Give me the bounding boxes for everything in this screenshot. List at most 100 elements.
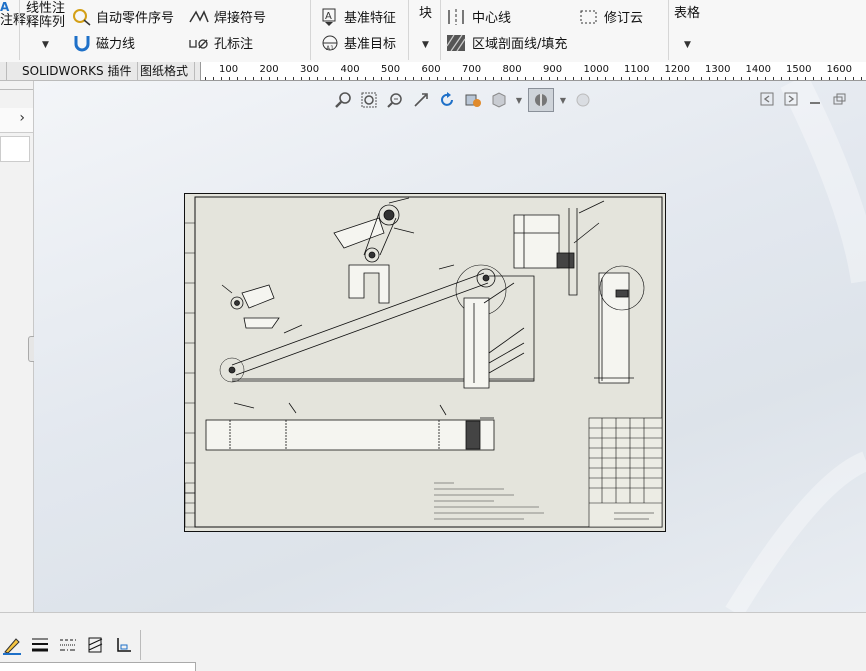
ruler-minor-tick [613,77,614,80]
ruler-minor-tick [221,77,222,80]
ruler-minor-tick [621,77,622,80]
ruler-minor-tick [397,77,398,80]
ruler-minor-tick [205,77,206,80]
annotation-icon: A [0,0,10,14]
drawing-sheet[interactable] [184,193,666,532]
line-style-icon[interactable] [58,635,78,655]
line-format-toolbar [2,635,134,655]
zoom-area-button[interactable] [358,89,380,111]
area-hatch-button[interactable]: 区域剖面线/填充 [446,33,567,52]
previous-view-icon [387,93,402,108]
hatch-icon [446,34,466,51]
next-sheet-icon[interactable] [784,92,798,106]
ruler-minor-tick [533,77,534,80]
chevron-down-icon[interactable]: ▼ [558,89,568,111]
ruler-minor-tick [669,77,670,80]
ruler-minor-tick [213,77,214,80]
svg-text:A1: A1 [326,45,334,52]
title-block [588,417,663,528]
centerline-button[interactable]: 中心线 [446,7,511,26]
view-orientation-button[interactable] [462,89,484,111]
display-style-button[interactable] [488,89,510,111]
redraw-icon [441,92,453,106]
ruler-minor-tick [341,77,342,80]
datum-feature-icon: A [322,8,336,26]
weld-symbol-button[interactable]: 焊接符号 [188,7,266,26]
appearance-icon [576,93,590,107]
panel-expand-row[interactable]: › [0,108,33,133]
block-button[interactable]: 块 [419,2,432,21]
ruler-tick-label: 1500 [786,64,812,75]
restore-icon[interactable] [832,92,846,106]
revision-cloud-button[interactable]: 修订云 [578,7,643,26]
ruler-minor-tick [581,77,582,80]
hole-callout-icon [189,38,208,49]
chevron-right-icon[interactable]: › [19,110,25,126]
tab-sheet-format[interactable]: 图纸格式 [134,62,196,80]
pan-button[interactable] [410,89,432,111]
color-display-mode-icon[interactable] [114,635,134,655]
view-orientation-icon [465,94,481,107]
auto-balloon-button[interactable]: 自动零件序号 [72,7,174,26]
ruler-tick-label: 700 [462,64,482,75]
chevron-down-icon[interactable]: ▼ [42,40,49,50]
ruler-minor-tick [685,77,686,80]
previous-sheet-icon[interactable] [760,92,774,106]
tab-spacer [0,62,7,80]
chevron-down-icon[interactable]: ▼ [684,40,691,50]
ruler-minor-tick [285,77,286,80]
ruler-minor-tick [309,77,310,80]
ruler-minor-tick [237,77,238,80]
linear-note-pattern-button[interactable]: 线性注 释阵列 [26,2,65,30]
ruler-minor-tick [829,77,830,80]
ruler-minor-tick [413,77,414,80]
ruler-minor-tick [637,77,638,80]
hole-callout-button[interactable]: 孔标注 [188,33,253,52]
ruler-minor-tick [325,77,326,80]
panel-input[interactable] [0,136,30,162]
previous-view-button[interactable] [384,89,406,111]
line-color-icon[interactable] [2,635,22,655]
zoom-to-fit-button[interactable] [332,89,354,111]
ruler-minor-tick [709,77,710,80]
ruler-tick-label: 500 [381,64,401,75]
line-thickness-icon[interactable] [30,635,50,655]
ruler-tick-label: 200 [259,64,279,75]
ruler-minor-tick [333,77,334,80]
ruler-minor-tick [573,77,574,80]
ruler-minor-tick [517,77,518,80]
auto-balloon-icon [73,8,91,26]
ribbon-separator [310,0,311,60]
ribbon-separator [668,0,669,60]
hide-show-edges-icon[interactable] [86,635,106,655]
weld-symbol-icon [189,9,209,22]
minimize-icon[interactable] [808,92,822,106]
chevron-down-icon[interactable]: ▼ [514,89,524,111]
ribbon-separator [19,0,20,60]
ruler-minor-tick [677,77,678,80]
ruler-minor-tick [853,77,854,80]
annotation-button-partial[interactable]: A 注释 [0,0,26,28]
ruler-minor-tick [557,77,558,80]
chevron-down-icon[interactable]: ▼ [422,40,429,50]
ruler-minor-tick [773,77,774,80]
ribbon-separator [408,0,409,60]
tab-solidworks-addins[interactable]: SOLIDWORKS 插件 [16,62,139,80]
datum-target-button[interactable]: A1 基准目标 [320,33,396,52]
tables-button[interactable]: 表格 [674,2,700,21]
ruler-minor-tick [437,77,438,80]
ruler-minor-tick [701,77,702,80]
ruler-minor-tick [389,77,390,80]
ruler-minor-tick [653,77,654,80]
datum-feature-button[interactable]: A 基准特征 [320,7,396,26]
ruler-minor-tick [845,77,846,80]
magnetic-line-button[interactable]: 磁力线 [72,33,135,52]
ruler-minor-tick [461,77,462,80]
appearance-button[interactable] [572,89,594,111]
toolbar-separator [140,630,141,660]
ruler-minor-tick [725,77,726,80]
redraw-button[interactable] [436,89,458,111]
zoom-icon [335,92,351,108]
ruler-minor-tick [453,77,454,80]
hide-show-items-button[interactable] [528,88,554,112]
